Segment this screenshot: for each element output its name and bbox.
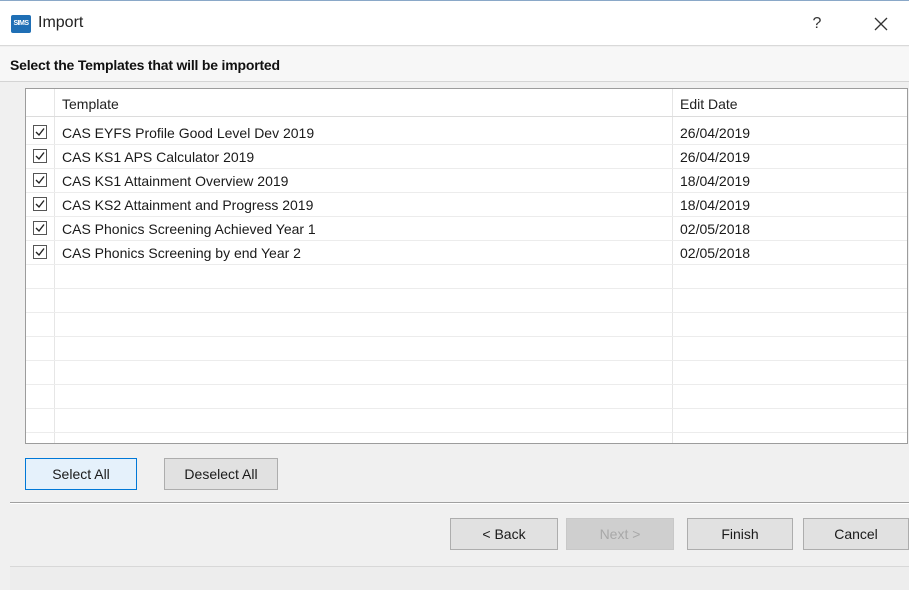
- row-checkbox[interactable]: [33, 221, 47, 235]
- help-button[interactable]: ?: [802, 10, 832, 38]
- grid-header-row: Template Edit Date: [26, 89, 907, 117]
- empty-row: [26, 385, 907, 409]
- select-all-button[interactable]: Select All: [25, 458, 137, 490]
- title-bar: SIMS Import ?: [0, 0, 909, 46]
- checkmark-icon: [35, 200, 45, 209]
- edit-date: 26/04/2019: [680, 149, 751, 165]
- template-name: CAS Phonics Screening Achieved Year 1: [62, 221, 316, 237]
- window-title: Import: [38, 14, 84, 31]
- next-button[interactable]: Next >: [566, 518, 674, 550]
- row-checkbox[interactable]: [33, 197, 47, 211]
- edit-date: 02/05/2018: [680, 221, 751, 237]
- edit-date: 18/04/2019: [680, 173, 751, 189]
- template-name: CAS KS1 APS Calculator 2019: [62, 149, 255, 165]
- edit-date: 18/04/2019: [680, 197, 751, 213]
- empty-row: [26, 265, 907, 289]
- finish-button[interactable]: Finish: [687, 518, 793, 550]
- empty-row: [26, 313, 907, 337]
- checkmark-icon: [35, 248, 45, 257]
- checkmark-icon: [35, 176, 45, 185]
- edit-date: 26/04/2019: [680, 125, 751, 141]
- checkmark-icon: [35, 128, 45, 137]
- deselect-all-button[interactable]: Deselect All: [164, 458, 278, 490]
- empty-row: [26, 409, 907, 433]
- table-row[interactable]: CAS Phonics Screening Achieved Year 1 02…: [26, 217, 907, 241]
- row-checkbox[interactable]: [33, 173, 47, 187]
- empty-row: [26, 289, 907, 313]
- empty-row: [26, 337, 907, 361]
- status-strip: [10, 566, 909, 590]
- column-header-edit-date[interactable]: Edit Date: [680, 96, 738, 112]
- template-name: CAS KS2 Attainment and Progress 2019: [62, 197, 314, 213]
- templates-grid[interactable]: Template Edit Date CAS EYFS Profile Good…: [25, 88, 908, 444]
- template-name: CAS EYFS Profile Good Level Dev 2019: [62, 125, 315, 141]
- table-row[interactable]: CAS KS1 Attainment Overview 2019 18/04/2…: [26, 169, 907, 193]
- template-name: CAS Phonics Screening by end Year 2: [62, 245, 301, 261]
- instruction-text: Select the Templates that will be import…: [10, 57, 280, 73]
- checkmark-icon: [35, 224, 45, 233]
- table-row[interactable]: CAS EYFS Profile Good Level Dev 2019 26/…: [26, 121, 907, 145]
- column-header-template[interactable]: Template: [62, 96, 119, 112]
- wizard-header: Select the Templates that will be import…: [0, 47, 909, 82]
- edit-date: 02/05/2018: [680, 245, 751, 261]
- template-name: CAS KS1 Attainment Overview 2019: [62, 173, 289, 189]
- row-checkbox[interactable]: [33, 245, 47, 259]
- row-checkbox[interactable]: [33, 125, 47, 139]
- app-logo-icon: SIMS: [11, 15, 31, 33]
- close-icon: [874, 17, 888, 31]
- back-button[interactable]: < Back: [450, 518, 558, 550]
- close-button[interactable]: [863, 10, 899, 38]
- button-separator: [10, 502, 909, 504]
- table-row[interactable]: CAS KS1 APS Calculator 2019 26/04/2019: [26, 145, 907, 169]
- row-checkbox[interactable]: [33, 149, 47, 163]
- checkmark-icon: [35, 152, 45, 161]
- empty-row: [26, 361, 907, 385]
- table-row[interactable]: CAS KS2 Attainment and Progress 2019 18/…: [26, 193, 907, 217]
- table-row[interactable]: CAS Phonics Screening by end Year 2 02/0…: [26, 241, 907, 265]
- cancel-button[interactable]: Cancel: [803, 518, 909, 550]
